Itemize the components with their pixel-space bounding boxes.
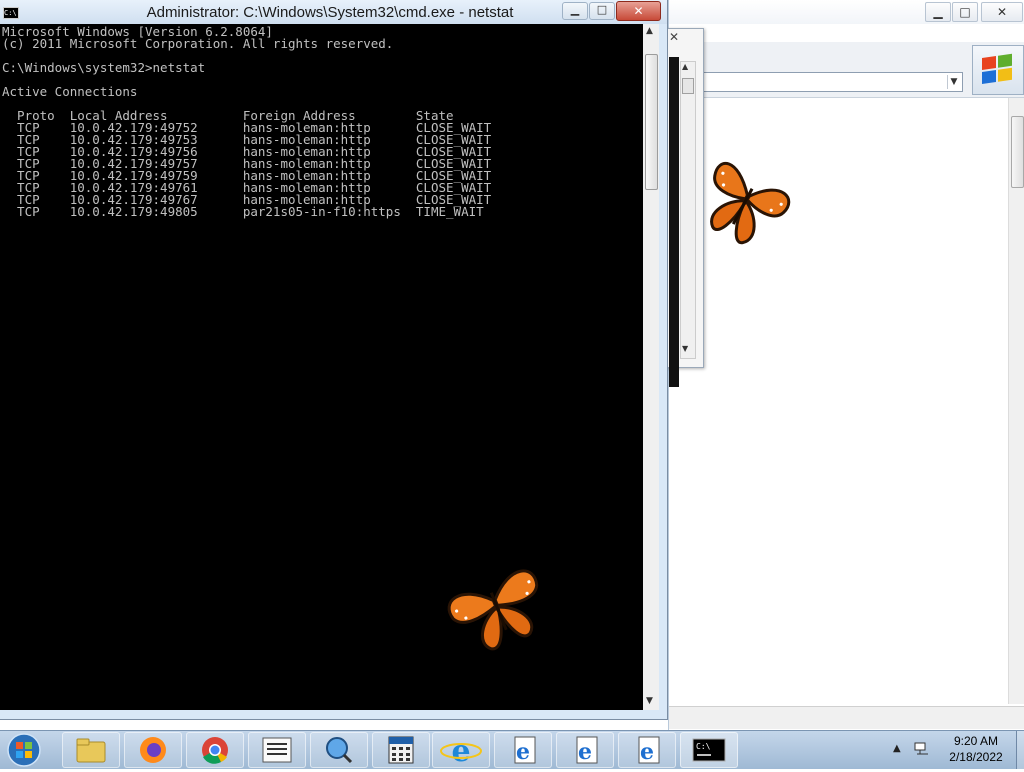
background-close-button[interactable]: ✕ [981, 2, 1023, 22]
butterfly-icon [710, 161, 791, 245]
task-list-icon [262, 737, 292, 763]
clock-time: 9:20 AM [953, 734, 999, 748]
taskbar-magnifier[interactable] [310, 732, 368, 768]
popup-scrollbar[interactable]: ▲ ▼ [680, 61, 696, 359]
cmd-titlebar[interactable]: C:\ Administrator: C:\Windows\System32\c… [0, 0, 667, 24]
console-text: Microsoft Windows [Version 6.2.8064] (c) … [0, 24, 643, 220]
command-prompt-icon: C:\ [692, 738, 726, 762]
taskbar-ie-document-3[interactable]: e [618, 732, 676, 768]
svg-text:C:\: C:\ [696, 742, 711, 751]
butterfly-icon [447, 569, 539, 651]
cmd-scrollbar-thumb[interactable] [645, 54, 658, 190]
svg-text:e: e [451, 734, 470, 767]
popup-dark-panel [669, 57, 679, 387]
windows-flag-logo [972, 45, 1024, 95]
popup-scrollbar-thumb[interactable] [682, 78, 694, 94]
cmd-vertical-scrollbar[interactable]: ▲ ▼ [643, 24, 659, 710]
address-bar-dropdown[interactable]: ▼ [701, 72, 963, 92]
popup-scroll-down-icon[interactable]: ▼ [682, 344, 688, 353]
background-window-titlebar[interactable]: ▁ □ ✕ [669, 0, 1024, 24]
calculator-app-icon [388, 736, 414, 764]
network-icon[interactable] [914, 740, 930, 756]
popup-close-button[interactable]: ✕ [667, 30, 681, 44]
svg-text:e: e [578, 739, 592, 765]
magnifier-globe-icon [326, 737, 353, 764]
cmd-window-title: Administrator: C:\Windows\System32\cmd.e… [146, 4, 514, 21]
taskbar-internet-explorer[interactable]: e [432, 732, 490, 769]
ie-document-icon: e [638, 736, 660, 765]
internet-explorer-icon: e [440, 734, 482, 769]
taskbar-ie-document-1[interactable]: e [494, 732, 552, 768]
background-vertical-scrollbar[interactable] [1008, 98, 1024, 704]
windows-start-icon [7, 733, 41, 767]
show-desktop-button[interactable] [1016, 731, 1024, 769]
clock-date: 2/18/2022 [949, 750, 1003, 764]
popup-scroll-up-icon[interactable]: ▲ [682, 62, 688, 71]
svg-text:e: e [640, 739, 654, 765]
maximize-button[interactable]: □ [589, 2, 615, 20]
taskbar-file-explorer[interactable] [62, 732, 120, 768]
console-line: TCP 10.0.42.179:49805 par21s05-in-f10:ht… [2, 204, 484, 219]
taskbar: e e e e C:\ ▲ 9:20 AM 2/18/2022 [0, 730, 1024, 769]
background-scrollbar-thumb[interactable] [1011, 116, 1024, 188]
windows-logo-icon [982, 53, 1012, 84]
ie-document-icon: e [576, 736, 598, 765]
svg-text:e: e [516, 739, 530, 765]
taskbar-task-list[interactable] [248, 732, 306, 768]
cmd-window[interactable]: C:\ Administrator: C:\Windows\System32\c… [0, 0, 668, 720]
show-hidden-icons-button[interactable]: ▲ [893, 743, 901, 754]
console-line: C:\Windows\system32>netstat [2, 60, 206, 75]
scroll-down-arrow-icon[interactable]: ▼ [646, 696, 653, 706]
console-line: Active Connections [2, 84, 138, 99]
ie-document-icon: e [514, 736, 536, 765]
firefox-icon [140, 737, 166, 763]
taskbar-command-prompt[interactable]: C:\ [680, 732, 738, 768]
start-button[interactable] [4, 732, 44, 768]
chrome-icon [202, 737, 228, 764]
taskbar-calculator-app[interactable] [372, 732, 430, 768]
background-minimize-button[interactable]: ▁ [925, 2, 951, 22]
background-browser-window[interactable]: ▁ □ ✕ ▼ [668, 0, 1024, 730]
taskbar-ie-document-2[interactable]: e [556, 732, 614, 768]
scroll-up-arrow-icon[interactable]: ▲ [646, 26, 653, 36]
taskbar-firefox[interactable] [124, 732, 182, 768]
taskbar-chrome[interactable] [186, 732, 244, 768]
system-clock[interactable]: 9:20 AM 2/18/2022 [936, 733, 1016, 765]
console-line: (c) 2011 Microsoft Corporation. All righ… [2, 36, 394, 51]
dropdown-arrow-icon[interactable]: ▼ [947, 75, 960, 89]
file-explorer-icon [76, 738, 106, 763]
minimize-button[interactable]: ▁ [562, 2, 588, 20]
background-maximize-button[interactable]: □ [952, 2, 978, 22]
close-button[interactable]: ✕ [616, 1, 661, 21]
background-status-bar [669, 706, 1024, 729]
